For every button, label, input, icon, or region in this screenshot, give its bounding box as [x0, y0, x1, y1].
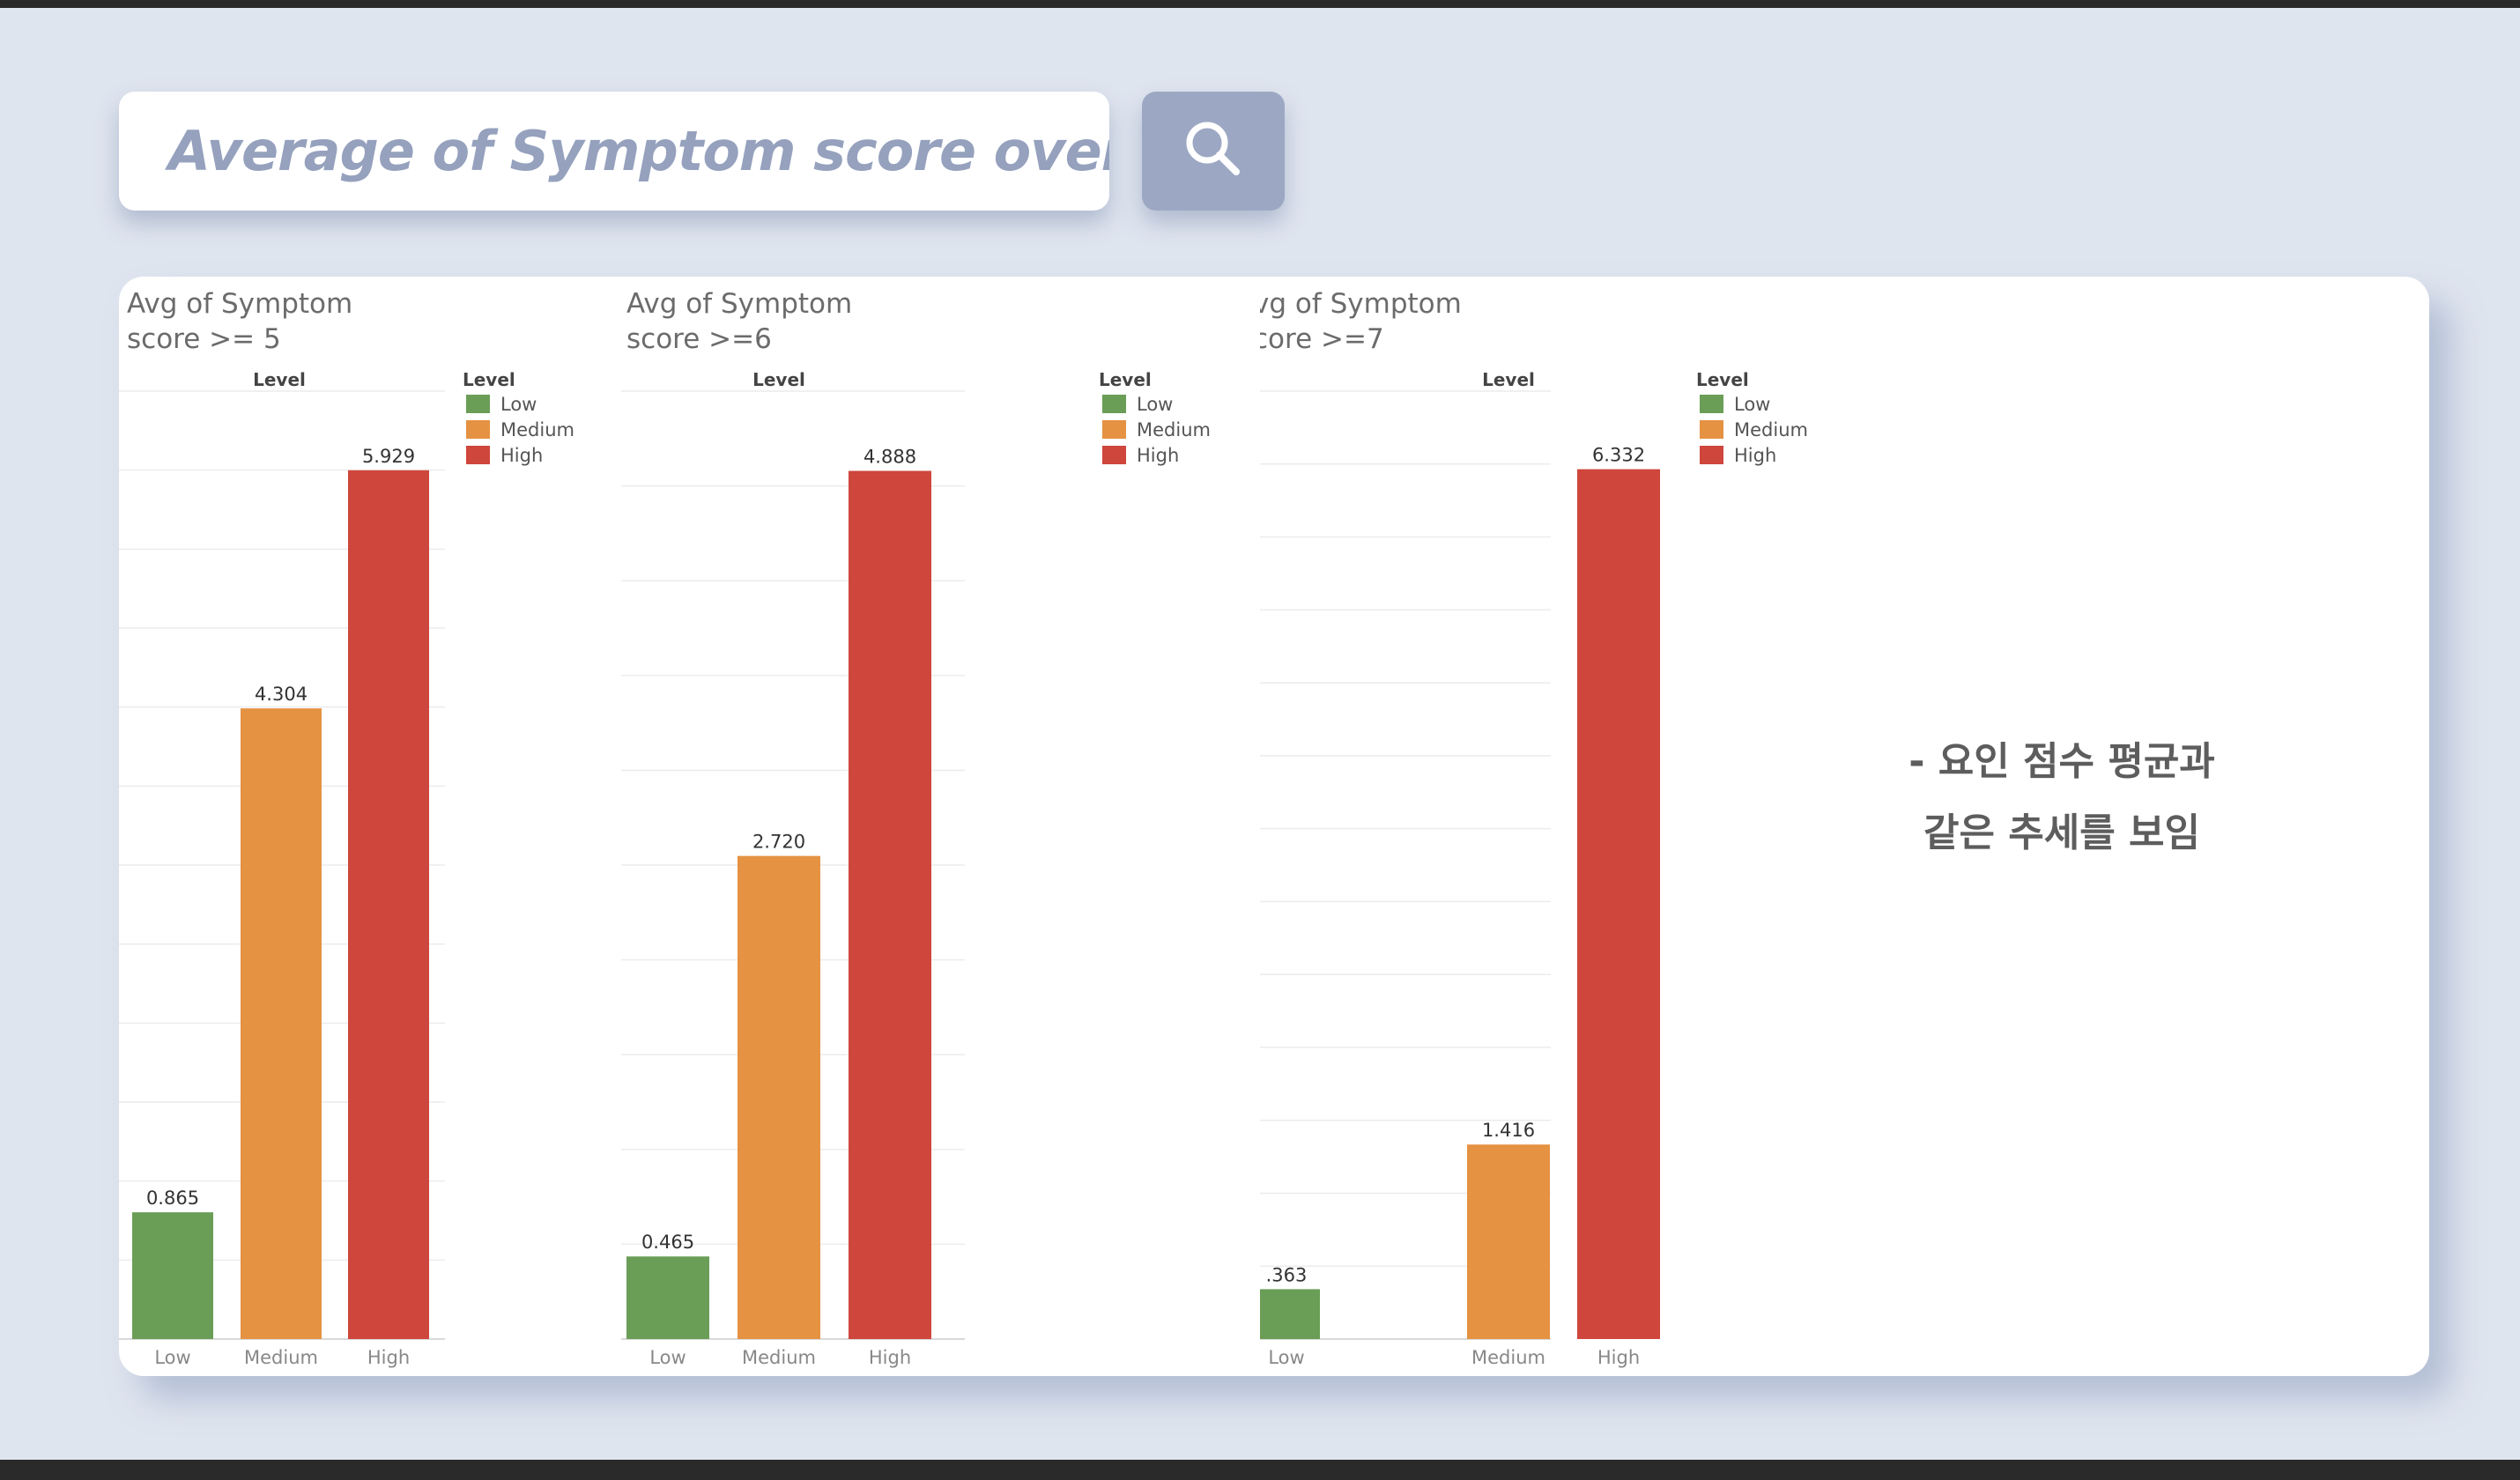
data-label-medium: 2.720: [752, 832, 805, 853]
legend-label-medium: Medium: [500, 419, 574, 440]
legend-label-medium: Medium: [1734, 419, 1808, 440]
chart-title-line-1: vg of Symptom: [1260, 288, 1462, 320]
bar-medium: [1467, 1144, 1550, 1339]
column-header-level: Level: [1482, 369, 1535, 390]
legend-swatch-medium: [1102, 420, 1126, 439]
chart-title-line-1: Avg of Symptom: [626, 288, 852, 320]
data-label-low: 0.865: [146, 1188, 199, 1209]
legend-title: Level: [1696, 369, 1749, 390]
bottom-window-bar: [0, 1460, 2520, 1480]
legend-swatch-high: [466, 446, 490, 464]
bar-medium: [241, 708, 322, 1339]
bar-chart-svg: Avg of Symptomscore >=6 Level 0.465 Low 2.72…: [621, 288, 1211, 1368]
tick-label-low: Low: [649, 1347, 686, 1368]
bar-high: [348, 470, 429, 1339]
legend-swatch-high: [1102, 446, 1126, 464]
search-button[interactable]: [1142, 92, 1285, 211]
chart-panel-2: Avg of Symptom score >=6 Level 0.465 Low 2.72…: [621, 277, 1229, 1376]
data-label-medium: 4.304: [255, 684, 308, 705]
note-line-2: 같은 추세를 보임: [1923, 810, 2200, 855]
bar-chart-svg: vg of Symptomcore >=7 Level .363 Low 1.416 Me…: [1260, 288, 1808, 1368]
legend-label-high: High: [500, 445, 543, 466]
data-label-high: 5.929: [362, 446, 415, 467]
bar-high: [1577, 469, 1660, 1339]
annotation-note: - 요인 점수 평균과 같은 추세를 보임: [1815, 726, 2309, 869]
tick-label-medium: Medium: [742, 1347, 816, 1368]
search-input[interactable]: Average of Symptom score over N: [119, 92, 1109, 211]
search-query-text: Average of Symptom score over N: [168, 119, 1109, 183]
tick-label-low: Low: [1268, 1347, 1304, 1368]
search-icon: [1180, 115, 1247, 187]
chart-panel-1: Avg of Symptom score >= 5 Level 0.865 Low 4.3…: [119, 277, 621, 1376]
legend-swatch-high: [1700, 446, 1723, 464]
data-label-low: .363: [1266, 1264, 1308, 1285]
top-window-bar: [0, 0, 2520, 8]
column-header-level: Level: [253, 369, 306, 390]
legend-swatch-low: [1102, 395, 1126, 413]
bar-high: [849, 470, 931, 1339]
legend-label-high: High: [1137, 445, 1179, 466]
legend-label-low: Low: [1137, 394, 1173, 415]
tick-label-low: Low: [154, 1347, 190, 1368]
data-label-high: 6.332: [1592, 445, 1645, 466]
data-label-medium: 1.416: [1482, 1120, 1535, 1141]
bar-medium: [737, 855, 820, 1339]
bar-low: [132, 1212, 213, 1339]
tick-label-high: High: [367, 1347, 410, 1368]
tick-label-medium: Medium: [1471, 1347, 1545, 1368]
data-label-high: 4.888: [863, 447, 916, 468]
chart-title-line-1: Avg of Symptom: [127, 288, 352, 320]
tick-label-high: High: [1597, 1347, 1640, 1368]
legend-label-low: Low: [500, 394, 537, 415]
legend-swatch-low: [1700, 395, 1723, 413]
bar-low: [1260, 1289, 1320, 1339]
legend-swatch-low: [466, 395, 490, 413]
legend-title: Level: [1099, 369, 1152, 390]
chart-title-line-2: score >=6: [626, 323, 772, 355]
bar-low: [626, 1256, 709, 1339]
data-label-low: 0.465: [641, 1232, 694, 1253]
legend-swatch-medium: [466, 420, 490, 439]
chart-title-line-2: core >=7: [1260, 323, 1384, 355]
legend-label-high: High: [1734, 445, 1776, 466]
chart-title-line-2: score >= 5: [127, 323, 281, 355]
column-header-level: Level: [752, 369, 805, 390]
charts-card: Avg of Symptom score >= 5 Level 0.865 Low 4.3…: [119, 277, 2429, 1376]
note-line-1: - 요인 점수 평균과: [1909, 739, 2215, 784]
legend-title: Level: [463, 369, 515, 390]
legend-label-low: Low: [1734, 394, 1770, 415]
legend-label-medium: Medium: [1137, 419, 1211, 440]
bar-chart-svg: Avg of Symptomscore >= 5 Level 0.865 Low 4.3…: [119, 288, 574, 1368]
tick-label-medium: Medium: [244, 1347, 318, 1368]
tick-label-high: High: [869, 1347, 911, 1368]
chart-panel-3: vg of Symptom core >=7 Level .363 Low 1.416 Me…: [1260, 277, 1842, 1376]
legend-swatch-medium: [1700, 420, 1723, 439]
